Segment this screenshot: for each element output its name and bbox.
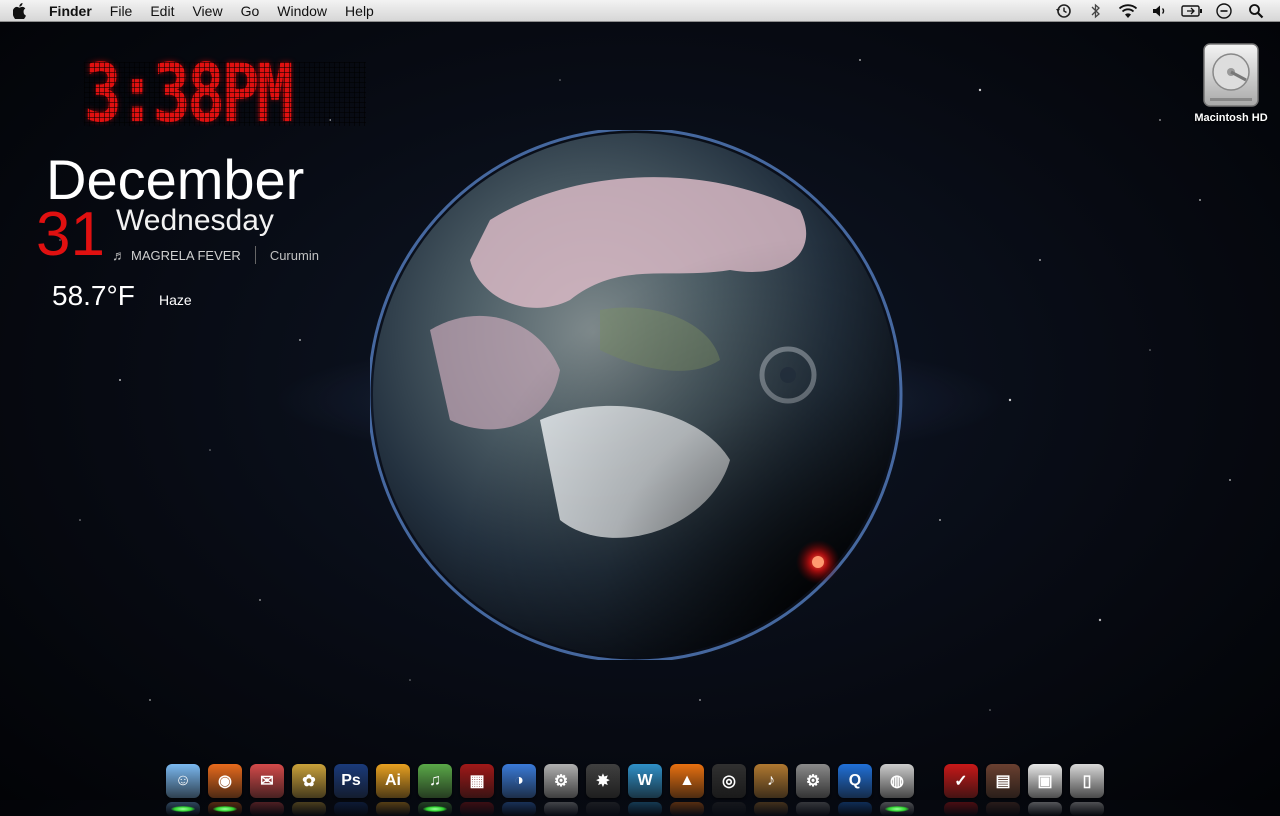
bluetooth-icon[interactable] xyxy=(1080,3,1112,19)
dock-item-firefox[interactable]: ◉ xyxy=(206,760,244,816)
system-preferences-icon: ⚙ xyxy=(796,764,830,798)
dock-reflection xyxy=(1070,802,1104,816)
quicktime-icon: Q xyxy=(838,764,872,798)
mail-icon: ✉ xyxy=(250,764,284,798)
dock-item-camera[interactable]: ◎ xyxy=(710,760,748,816)
spotlight-icon[interactable] xyxy=(1240,3,1272,19)
dock-item-garageband[interactable]: ♪ xyxy=(752,760,790,816)
finder-icon: ☺ xyxy=(166,764,200,798)
running-indicator xyxy=(885,806,909,812)
dock-reflection xyxy=(1028,802,1062,816)
dock-reflection xyxy=(292,802,326,816)
dock-item-mail[interactable]: ✉ xyxy=(248,760,286,816)
dock-item-dreamweaver[interactable]: W xyxy=(626,760,664,816)
stack-downloads-icon: ▣ xyxy=(1028,764,1062,798)
menu-edit[interactable]: Edit xyxy=(141,0,183,22)
vlc-icon: ▲ xyxy=(670,764,704,798)
menu-finder[interactable]: Finder xyxy=(40,0,101,22)
dock-item-automator[interactable]: ⚙ xyxy=(542,760,580,816)
dock-item-adium[interactable]: ✿ xyxy=(290,760,328,816)
now-playing-divider xyxy=(254,246,256,264)
dock-reflection xyxy=(544,802,578,816)
photoshop-icon: Ps xyxy=(334,764,368,798)
firefox-icon: ◉ xyxy=(208,764,242,798)
time-machine-icon[interactable] xyxy=(1048,3,1080,19)
itunes-icon: ♫ xyxy=(418,764,452,798)
music-note-icon: ♬ xyxy=(112,247,126,263)
stack-nike-icon: ✓ xyxy=(944,764,978,798)
dock-reflection xyxy=(986,802,1020,816)
dock-reflection xyxy=(586,802,620,816)
calendar-day: 31 xyxy=(36,200,105,269)
clock-time: 3:38PM xyxy=(84,47,294,140)
menu-extras xyxy=(1048,0,1272,22)
ichat-icon: ◑ xyxy=(502,764,536,798)
dock-item-dvd-player[interactable]: ◍ xyxy=(878,760,916,816)
running-indicator xyxy=(171,806,195,812)
dock-item-trash[interactable]: ▯ xyxy=(1068,760,1106,816)
dock-reflection xyxy=(334,802,368,816)
desktop-icon-label: Macintosh HD xyxy=(1194,112,1268,124)
running-indicator xyxy=(423,806,447,812)
menu-window[interactable]: Window xyxy=(268,0,336,22)
dock-item-stack-downloads[interactable]: ▣ xyxy=(1026,760,1064,816)
wifi-icon[interactable] xyxy=(1112,3,1144,19)
adium-icon: ✿ xyxy=(292,764,326,798)
illustrator-icon: Ai xyxy=(376,764,410,798)
dock-item-vlc[interactable]: ▲ xyxy=(668,760,706,816)
automator-icon: ⚙ xyxy=(544,764,578,798)
dock-item-finder[interactable]: ☺ xyxy=(164,760,202,816)
menu-go[interactable]: Go xyxy=(232,0,269,22)
photo-booth-icon: ▦ xyxy=(460,764,494,798)
dvd-player-icon: ◍ xyxy=(880,764,914,798)
trash-icon: ▯ xyxy=(1070,764,1104,798)
dock-reflection xyxy=(754,802,788,816)
dock-item-photo-booth[interactable]: ▦ xyxy=(458,760,496,816)
dock-item-itunes[interactable]: ♫ xyxy=(416,760,454,816)
running-indicator xyxy=(213,806,237,812)
stack-pictures-icon: ▤ xyxy=(986,764,1020,798)
dock: ☺ ◉ ✉ ✿ Ps Ai ♫ ▦ ◑ ⚙ ✸ W ▲ ◎ ♪ ⚙ Q ◍ ✓ ▤ ▣ ▯ xyxy=(162,742,1108,816)
menu-file[interactable]: File xyxy=(101,0,142,22)
calendar-weekday: Wednesday xyxy=(116,204,274,237)
dock-item-quicktime[interactable]: Q xyxy=(836,760,874,816)
battery-icon[interactable] xyxy=(1176,5,1208,17)
weather-temperature: 58.7°F xyxy=(52,280,135,311)
dock-item-stack-pictures[interactable]: ▤ xyxy=(984,760,1022,816)
dock-item-stack-nike[interactable]: ✓ xyxy=(942,760,980,816)
dock-reflection xyxy=(460,802,494,816)
dock-reflection xyxy=(712,802,746,816)
menu-view[interactable]: View xyxy=(183,0,231,22)
camera-icon: ◎ xyxy=(712,764,746,798)
garageband-icon: ♪ xyxy=(754,764,788,798)
wallpaper-planet xyxy=(370,130,903,660)
dock-item-photoshop[interactable]: Ps xyxy=(332,760,370,816)
now-playing: ♬ MAGRELA FEVER Curumin xyxy=(112,246,319,264)
dock-reflection xyxy=(628,802,662,816)
sync-icon[interactable] xyxy=(1208,2,1240,20)
hard-drive-icon xyxy=(1203,43,1259,107)
dock-item-ichat[interactable]: ◑ xyxy=(500,760,538,816)
dock-reflection xyxy=(838,802,872,816)
dock-reflection xyxy=(796,802,830,816)
weather-condition: Haze xyxy=(159,292,192,308)
imovie-icon: ✸ xyxy=(586,764,620,798)
desktop-icon-macintosh-hd[interactable]: Macintosh HD xyxy=(1186,42,1276,124)
menu-bar: Finder File Edit View Go Window Help xyxy=(0,0,1280,22)
dock-reflection xyxy=(944,802,978,816)
dock-item-illustrator[interactable]: Ai xyxy=(374,760,412,816)
volume-icon[interactable] xyxy=(1144,4,1176,18)
apple-menu-icon[interactable] xyxy=(0,2,40,19)
track-title: MAGRELA FEVER xyxy=(131,247,241,263)
dock-reflection xyxy=(250,802,284,816)
dock-reflection xyxy=(502,802,536,816)
dreamweaver-icon: W xyxy=(628,764,662,798)
dock-item-system-preferences[interactable]: ⚙ xyxy=(794,760,832,816)
dock-reflection xyxy=(376,802,410,816)
dock-item-imovie[interactable]: ✸ xyxy=(584,760,622,816)
menu-help[interactable]: Help xyxy=(336,0,383,22)
dock-reflection xyxy=(670,802,704,816)
track-artist: Curumin xyxy=(269,247,319,263)
